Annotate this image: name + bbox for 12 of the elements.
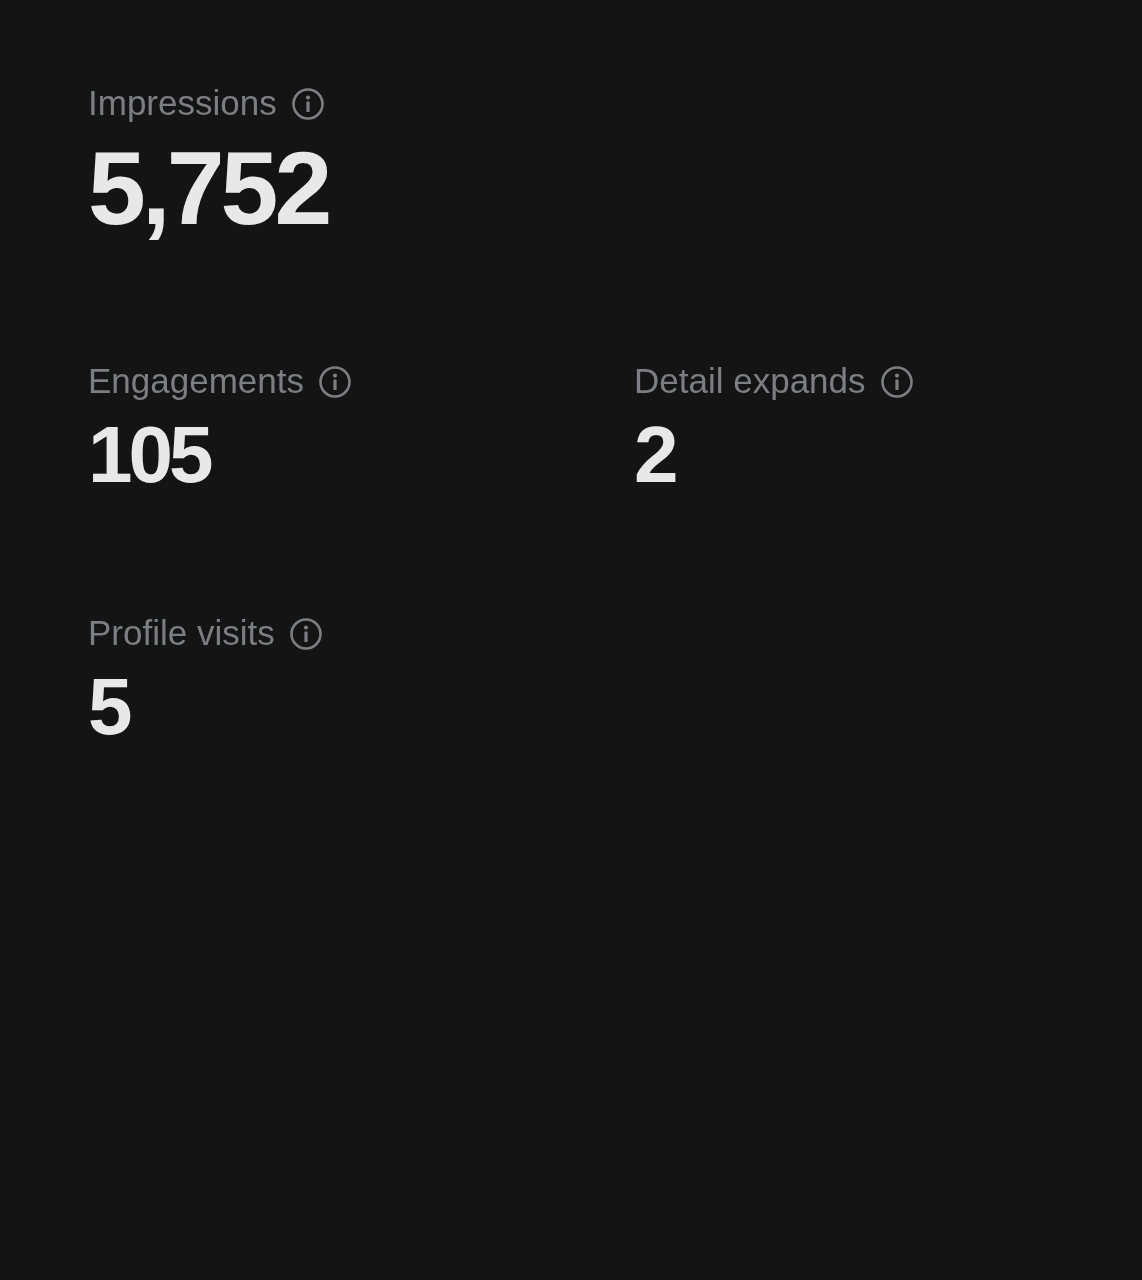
metric-value: 2 [634,411,675,499]
metric-label: Detail expands [634,360,866,402]
metric-value: 5 [88,663,129,751]
info-icon[interactable] [319,366,351,398]
metric-label: Profile visits [88,612,275,654]
metric-value: 5,752 [88,131,329,245]
info-icon[interactable] [289,618,322,650]
metric-value: 105 [88,411,210,499]
metric-label: Impressions [88,82,277,124]
metric-label: Engagements [88,360,304,402]
info-icon[interactable] [880,366,913,398]
info-icon[interactable] [291,88,324,120]
